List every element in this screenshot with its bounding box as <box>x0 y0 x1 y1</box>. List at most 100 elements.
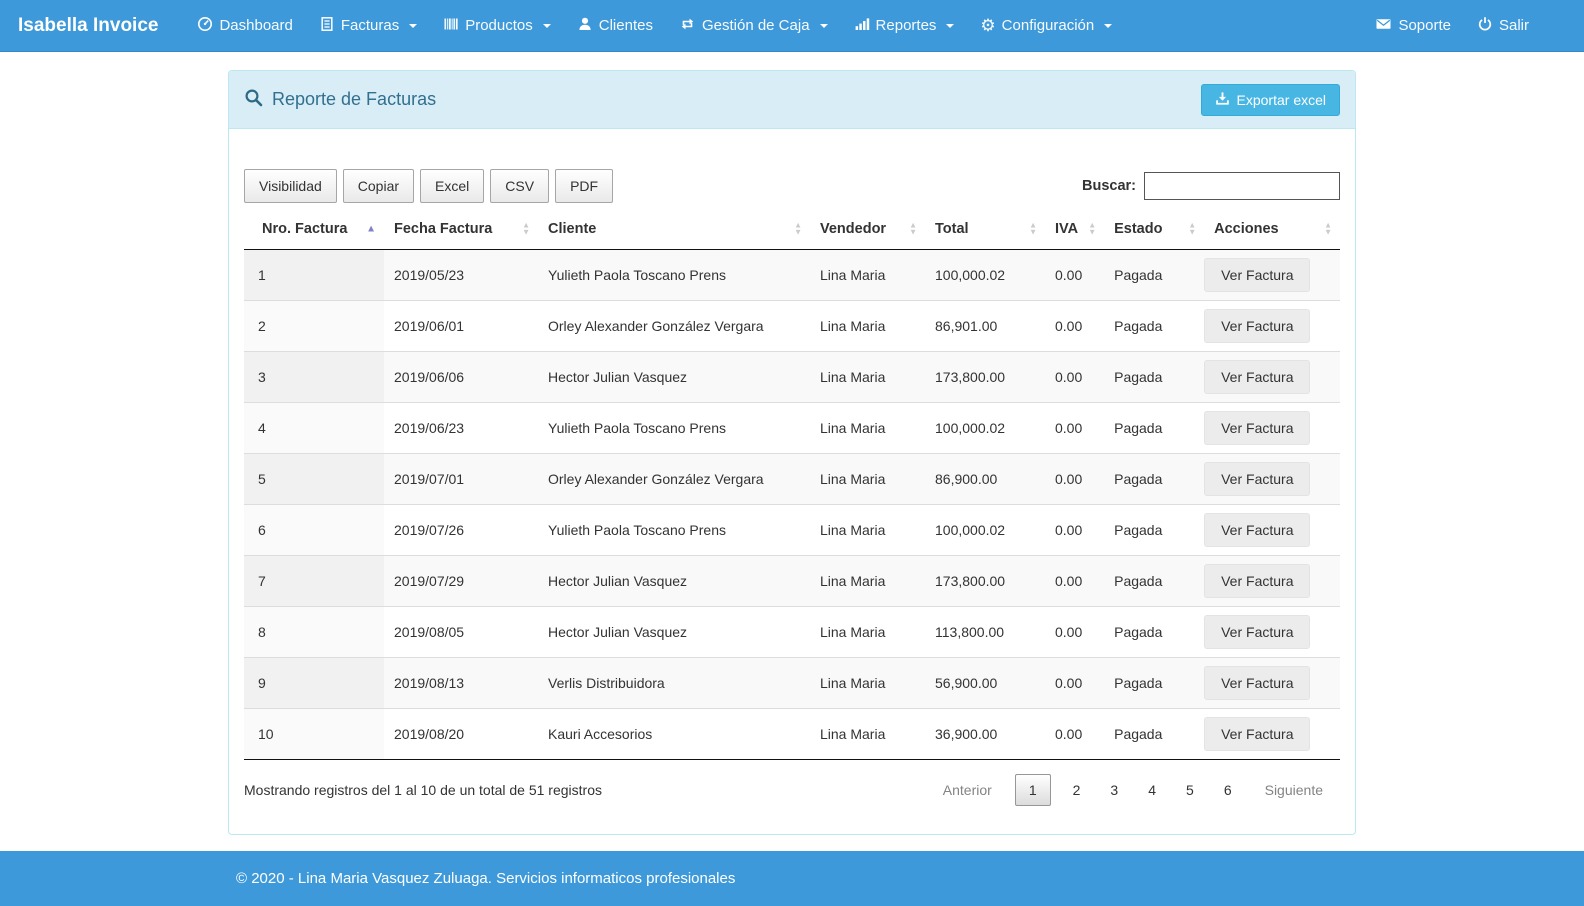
col-header-cliente[interactable]: Cliente ▲▼ <box>538 209 810 250</box>
cell-cliente: Hector Julian Vasquez <box>538 352 810 403</box>
cell-nro-factura: 5 <box>244 454 384 505</box>
csv-button[interactable]: CSV <box>490 169 549 203</box>
nav-item-salir[interactable]: Salir <box>1464 0 1542 52</box>
ver-factura-button[interactable]: Ver Factura <box>1204 615 1310 649</box>
sort-both-icon: ▲▼ <box>1029 223 1037 236</box>
col-label: Cliente <box>548 221 596 237</box>
cell-vendedor: Lina Maria <box>810 454 925 505</box>
col-header-estado[interactable]: Estado ▲▼ <box>1104 209 1204 250</box>
export-excel-button[interactable]: Exportar excel <box>1201 84 1340 116</box>
nav-item-soporte[interactable]: Soporte <box>1362 0 1464 52</box>
records-info: Mostrando registros del 1 al 10 de un to… <box>244 782 602 798</box>
nav-item-reportes[interactable]: Reportes <box>841 0 968 52</box>
nav-item-productos[interactable]: Productos <box>430 0 564 52</box>
cell-estado: Pagada <box>1104 403 1204 454</box>
pagination-previous[interactable]: Anterior <box>926 774 1009 806</box>
table-row: 4 2019/06/23 Yulieth Paola Toscano Prens… <box>244 403 1340 454</box>
col-header-vendedor[interactable]: Vendedor ▲▼ <box>810 209 925 250</box>
chevron-down-icon <box>543 24 551 28</box>
col-header-acciones[interactable]: Acciones ▲▼ <box>1204 209 1340 250</box>
table-header: Nro. Factura ▲ Fecha Factura ▲▼ Cliente … <box>244 209 1340 250</box>
ver-factura-button[interactable]: Ver Factura <box>1204 564 1310 598</box>
pagination-page-1[interactable]: 1 <box>1015 774 1051 806</box>
cell-cliente: Yulieth Paola Toscano Prens <box>538 505 810 556</box>
visibility-button[interactable]: Visibilidad <box>244 169 337 203</box>
main-container: Reporte de Facturas Exportar excel Visib… <box>228 52 1356 835</box>
gear-icon: ⚙ <box>980 17 995 34</box>
nav-item-label: Facturas <box>341 17 399 34</box>
ver-factura-button[interactable]: Ver Factura <box>1204 666 1310 700</box>
search-input[interactable] <box>1144 172 1340 200</box>
ver-factura-button[interactable]: Ver Factura <box>1204 717 1310 751</box>
cell-acciones: Ver Factura <box>1204 556 1340 607</box>
copy-button[interactable]: Copiar <box>343 169 414 203</box>
ver-factura-button[interactable]: Ver Factura <box>1204 411 1310 445</box>
cell-total: 100,000.02 <box>925 505 1045 556</box>
chevron-down-icon <box>409 24 417 28</box>
cell-acciones: Ver Factura <box>1204 454 1340 505</box>
cell-estado: Pagada <box>1104 454 1204 505</box>
col-header-fecha-factura[interactable]: Fecha Factura ▲▼ <box>384 209 538 250</box>
table-row: 10 2019/08/20 Kauri Accesorios Lina Mari… <box>244 709 1340 760</box>
pagination-page-3[interactable]: 3 <box>1096 774 1132 806</box>
cell-cliente: Hector Julian Vasquez <box>538 556 810 607</box>
table-row: 9 2019/08/13 Verlis Distribuidora Lina M… <box>244 658 1340 709</box>
ver-factura-button[interactable]: Ver Factura <box>1204 360 1310 394</box>
ver-factura-button[interactable]: Ver Factura <box>1204 462 1310 496</box>
col-header-total[interactable]: Total ▲▼ <box>925 209 1045 250</box>
pagination-page-6[interactable]: 6 <box>1210 774 1246 806</box>
cell-nro-factura: 1 <box>244 250 384 301</box>
cell-iva: 0.00 <box>1045 454 1104 505</box>
cell-cliente: Hector Julian Vasquez <box>538 607 810 658</box>
table-row: 7 2019/07/29 Hector Julian Vasquez Lina … <box>244 556 1340 607</box>
cell-estado: Pagada <box>1104 352 1204 403</box>
nav-item-clientes[interactable]: Clientes <box>564 0 666 52</box>
cell-fecha-factura: 2019/08/13 <box>384 658 538 709</box>
ver-factura-button[interactable]: Ver Factura <box>1204 258 1310 292</box>
brand-link[interactable]: Isabella Invoice <box>18 15 158 37</box>
pagination-next[interactable]: Siguiente <box>1248 774 1340 806</box>
col-label: Estado <box>1114 221 1162 237</box>
table-row: 8 2019/08/05 Hector Julian Vasquez Lina … <box>244 607 1340 658</box>
cell-nro-factura: 7 <box>244 556 384 607</box>
nav-item-configuracion[interactable]: ⚙ Configuración <box>967 0 1125 52</box>
cell-acciones: Ver Factura <box>1204 607 1340 658</box>
page-footer: © 2020 - Lina Maria Vasquez Zuluaga. Ser… <box>0 851 1584 906</box>
col-header-nro-factura[interactable]: Nro. Factura ▲ <box>244 209 384 250</box>
cell-estado: Pagada <box>1104 505 1204 556</box>
col-label: Nro. Factura <box>262 221 347 237</box>
cell-vendedor: Lina Maria <box>810 658 925 709</box>
cell-acciones: Ver Factura <box>1204 352 1340 403</box>
cell-vendedor: Lina Maria <box>810 301 925 352</box>
pagination-page-2[interactable]: 2 <box>1059 774 1095 806</box>
invoice-table-body: 1 2019/05/23 Yulieth Paola Toscano Prens… <box>244 250 1340 760</box>
cell-total: 173,800.00 <box>925 556 1045 607</box>
chevron-down-icon <box>820 24 828 28</box>
exchange-arrows-icon <box>679 16 696 36</box>
cell-iva: 0.00 <box>1045 505 1104 556</box>
cell-vendedor: Lina Maria <box>810 352 925 403</box>
cell-estado: Pagada <box>1104 709 1204 760</box>
pagination-page-5[interactable]: 5 <box>1172 774 1208 806</box>
table-controls: Visibilidad Copiar Excel CSV PDF Buscar: <box>244 169 1340 203</box>
ver-factura-button[interactable]: Ver Factura <box>1204 513 1310 547</box>
nav-item-dashboard[interactable]: Dashboard <box>184 0 305 52</box>
cell-nro-factura: 2 <box>244 301 384 352</box>
col-label: Total <box>935 221 969 237</box>
pdf-button[interactable]: PDF <box>555 169 613 203</box>
cell-nro-factura: 3 <box>244 352 384 403</box>
nav-item-gestion-de-caja[interactable]: Gestión de Caja <box>666 0 841 52</box>
excel-button[interactable]: Excel <box>420 169 484 203</box>
cell-nro-factura: 10 <box>244 709 384 760</box>
cell-cliente: Orley Alexander González Vergara <box>538 301 810 352</box>
nav-item-facturas[interactable]: Facturas <box>306 0 430 52</box>
cell-cliente: Orley Alexander González Vergara <box>538 454 810 505</box>
col-header-iva[interactable]: IVA ▲▼ <box>1045 209 1104 250</box>
chevron-down-icon <box>946 24 954 28</box>
ver-factura-button[interactable]: Ver Factura <box>1204 309 1310 343</box>
pagination-page-4[interactable]: 4 <box>1134 774 1170 806</box>
cell-estado: Pagada <box>1104 301 1204 352</box>
cell-cliente: Verlis Distribuidora <box>538 658 810 709</box>
cell-cliente: Kauri Accesorios <box>538 709 810 760</box>
bar-chart-icon <box>854 16 870 36</box>
